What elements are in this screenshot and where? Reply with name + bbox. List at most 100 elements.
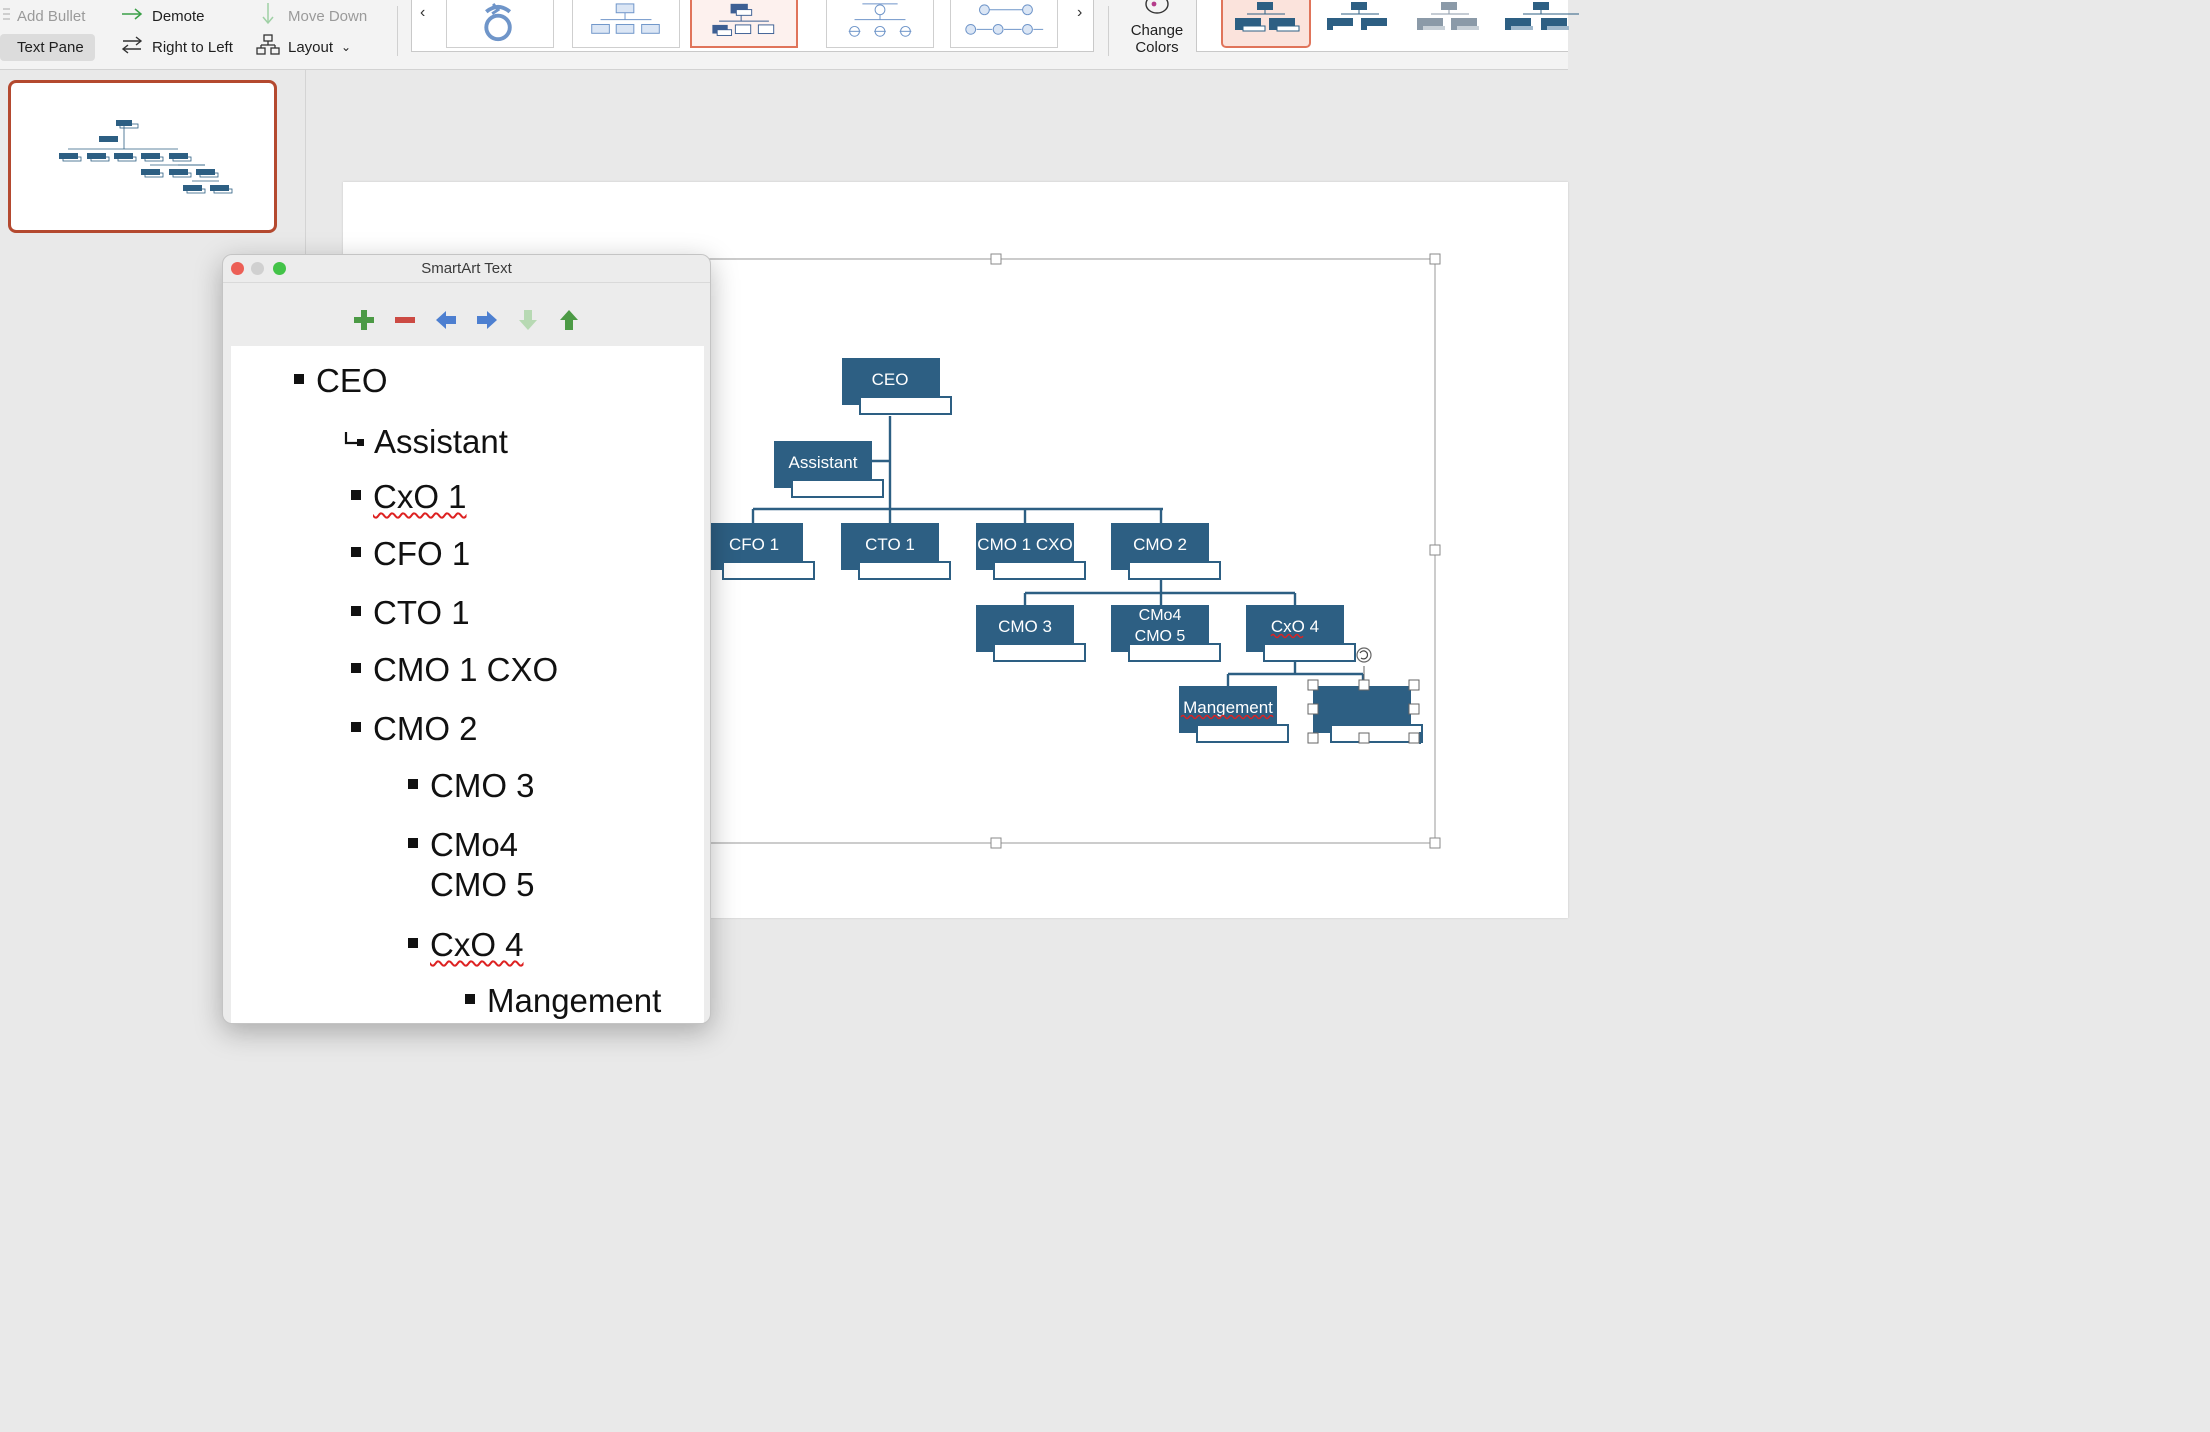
arrow-down-icon[interactable] [515, 307, 541, 333]
org-node-assistant-label: Assistant [789, 453, 858, 472]
bullet-square-icon [351, 490, 361, 500]
org-node-cto1[interactable]: CTO 1 [841, 523, 951, 580]
text-pane-label: Text Pane [17, 39, 84, 56]
window-titlebar[interactable]: SmartArt Text [223, 255, 710, 283]
gallery-scroll-right-icon[interactable]: › [1077, 4, 1082, 22]
layout-label: Layout [288, 38, 334, 56]
style-thumb-2[interactable] [1317, 0, 1407, 48]
org-node-mangement[interactable]: Mangement [1179, 686, 1289, 743]
ribbon-divider [397, 6, 398, 56]
list-item[interactable]: CFO 1 [351, 535, 470, 573]
list-item[interactable]: CxO 4 [408, 926, 524, 964]
frame-handle-top[interactable] [990, 253, 1002, 265]
smartart-text-list[interactable]: CEO Assistant CxO 1 CFO 1 CTO 1 CMO 1 CX… [231, 346, 704, 1023]
list-item[interactable]: Mangement [465, 982, 661, 1020]
list-item[interactable]: CMO 1 CXO [351, 651, 558, 689]
frame-handle-right[interactable] [1429, 544, 1441, 556]
arrow-left-icon[interactable] [433, 307, 459, 333]
bullet-square-icon [408, 938, 418, 948]
bullet-square-icon [408, 779, 418, 789]
org-node-cmo1cxo[interactable]: CMO 1 CXO [976, 523, 1086, 580]
move-down-button[interactable]: Move Down [256, 2, 368, 31]
layout-thumb-cycle[interactable] [446, 0, 554, 48]
smartart-text-toolbar [223, 283, 710, 345]
bullet-square-icon [294, 374, 304, 384]
org-node-mangement-label: Mangement [1183, 698, 1273, 717]
org-node-cto1-label: CTO 1 [865, 535, 915, 554]
gallery-scroll-left-icon[interactable]: ‹ [420, 4, 425, 22]
bullet-square-icon [351, 722, 361, 732]
org-node-cfo1-label: CFO 1 [729, 535, 779, 554]
org-node-cmo3[interactable]: CMO 3 [976, 605, 1086, 662]
org-node-cmo3-label: CMO 3 [998, 617, 1052, 636]
org-layout-icon [256, 33, 280, 61]
bullet-square-icon [351, 606, 361, 616]
list-item[interactable]: CMO 2 [351, 710, 478, 748]
move-down-label: Move Down [288, 7, 368, 25]
minus-icon[interactable] [392, 307, 418, 333]
right-to-left-button[interactable]: Right to Left [120, 34, 233, 60]
org-node-cmo4-cmo5[interactable]: CMo4 CMO 5 [1111, 605, 1221, 662]
org-node-cmo4-label: CMo4 [1139, 607, 1182, 624]
list-item[interactable]: CMO 3 [408, 767, 535, 805]
smartart-style-gallery [1196, 0, 1579, 52]
layout-thumb-hierarchy[interactable] [572, 0, 680, 48]
change-colors-label-line2: Colors [1135, 39, 1179, 56]
org-node-cmo1cxo-label: CMO 1 CXO [977, 535, 1072, 554]
org-node-cxo4-label: CxO 4 [1271, 617, 1319, 636]
frame-handle-top-right[interactable] [1429, 253, 1441, 265]
demote-label: Demote [152, 7, 205, 25]
org-node-cmo5-label: CMO 5 [1135, 628, 1186, 645]
plus-icon[interactable] [351, 307, 377, 333]
palette-icon [1118, 0, 1196, 18]
style-thumb-3[interactable] [1407, 0, 1497, 48]
layout-thumb-circle-hierarchy[interactable] [826, 0, 934, 48]
frame-handle-bottom[interactable] [990, 837, 1002, 849]
add-bullet-icon [0, 6, 12, 27]
list-item[interactable]: Assistant [344, 419, 508, 461]
right-to-left-label: Right to Left [152, 38, 233, 56]
change-colors-button[interactable]: Change Colors [1118, 0, 1196, 60]
style-thumb-4[interactable] [1499, 0, 1589, 48]
layout-thumb-labeled-hierarchy[interactable] [950, 0, 1058, 48]
list-item[interactable]: CMo4 [408, 826, 518, 864]
org-node-ceo[interactable]: CEO [842, 358, 952, 415]
list-item[interactable]: CEO [294, 362, 388, 400]
arrow-up-icon[interactable] [556, 307, 582, 333]
layout-thumb-name-title-org-chart[interactable] [690, 0, 798, 48]
org-node-cmo2-label: CMO 2 [1133, 535, 1187, 554]
list-item-continuation[interactable]: CMO 5 [430, 866, 535, 904]
org-node-assistant[interactable]: Assistant [774, 441, 884, 498]
arrow-right-icon [120, 6, 144, 27]
org-node-cxo4[interactable]: CxO 4 [1246, 605, 1356, 662]
list-item[interactable]: CxO 1 [351, 478, 467, 516]
arrow-right-icon[interactable] [474, 307, 500, 333]
text-pane-button[interactable]: Text Pane [0, 34, 95, 61]
ribbon: Add Bullet Demote Move Down Text Pane Ri… [0, 0, 1579, 70]
org-node-ceo-label: CEO [872, 370, 909, 389]
assistant-bullet-icon [344, 419, 366, 446]
style-thumb-1[interactable] [1221, 0, 1311, 48]
smartart-layout-gallery: ‹ › [411, 0, 1094, 52]
demote-button[interactable]: Demote [120, 3, 205, 29]
window-title: SmartArt Text [421, 260, 512, 277]
org-node-cmo2[interactable]: CMO 2 [1111, 523, 1221, 580]
slide-thumbnail-1[interactable] [8, 80, 277, 233]
frame-handle-bottom-right[interactable] [1429, 837, 1441, 849]
bullet-square-icon [408, 838, 418, 848]
list-item[interactable]: CTO 1 [351, 594, 470, 632]
ribbon-divider [1108, 6, 1109, 56]
swap-arrows-icon [120, 35, 144, 60]
change-colors-label-line1: Change [1130, 22, 1184, 39]
add-bullet-label: Add Bullet [17, 7, 86, 25]
arrow-down-icon [256, 2, 280, 31]
rotate-handle-icon[interactable] [1356, 647, 1372, 663]
bullet-square-icon [465, 994, 475, 1004]
bullet-square-icon [351, 547, 361, 557]
org-node-cfo1[interactable]: CFO 1 [705, 523, 815, 580]
smartart-text-window: SmartArt Text CEO Assistant CxO 1 CFO 1 … [222, 254, 711, 1024]
add-bullet-button[interactable]: Add Bullet [0, 3, 85, 29]
bullet-square-icon [351, 663, 361, 673]
org-node-empty-selected[interactable] [1307, 647, 1423, 744]
layout-dropdown[interactable]: Layout ⌄ [256, 33, 351, 61]
